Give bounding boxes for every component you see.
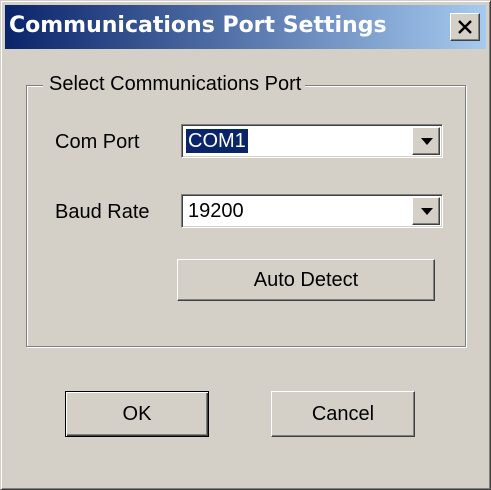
- ok-button[interactable]: OK: [65, 391, 209, 437]
- com-port-dropdown-button[interactable]: [412, 127, 440, 155]
- com-port-label: Com Port: [55, 131, 140, 153]
- com-port-value: COM1: [186, 129, 248, 153]
- cancel-button[interactable]: Cancel: [271, 391, 415, 437]
- com-port-select[interactable]: COM1: [181, 124, 443, 158]
- ok-label: OK: [122, 403, 152, 425]
- baud-rate-label: Baud Rate: [55, 201, 150, 223]
- baud-rate-select[interactable]: 19200: [181, 194, 443, 228]
- groupbox-legend: Select Communications Port: [43, 73, 306, 96]
- auto-detect-button[interactable]: Auto Detect: [177, 259, 435, 301]
- cancel-label: Cancel: [311, 403, 375, 425]
- window-title: Communications Port Settings: [9, 13, 387, 38]
- auto-detect-label: Auto Detect: [253, 269, 359, 291]
- close-button[interactable]: [450, 13, 480, 41]
- dialog-window: Communications Port Settings Select Comm…: [0, 0, 491, 490]
- baud-rate-dropdown-button[interactable]: [412, 197, 440, 225]
- chevron-down-icon: [421, 208, 433, 215]
- title-bar[interactable]: Communications Port Settings: [5, 5, 486, 49]
- close-icon: [458, 20, 472, 34]
- chevron-down-icon: [421, 138, 433, 145]
- baud-rate-value: 19200: [188, 200, 244, 222]
